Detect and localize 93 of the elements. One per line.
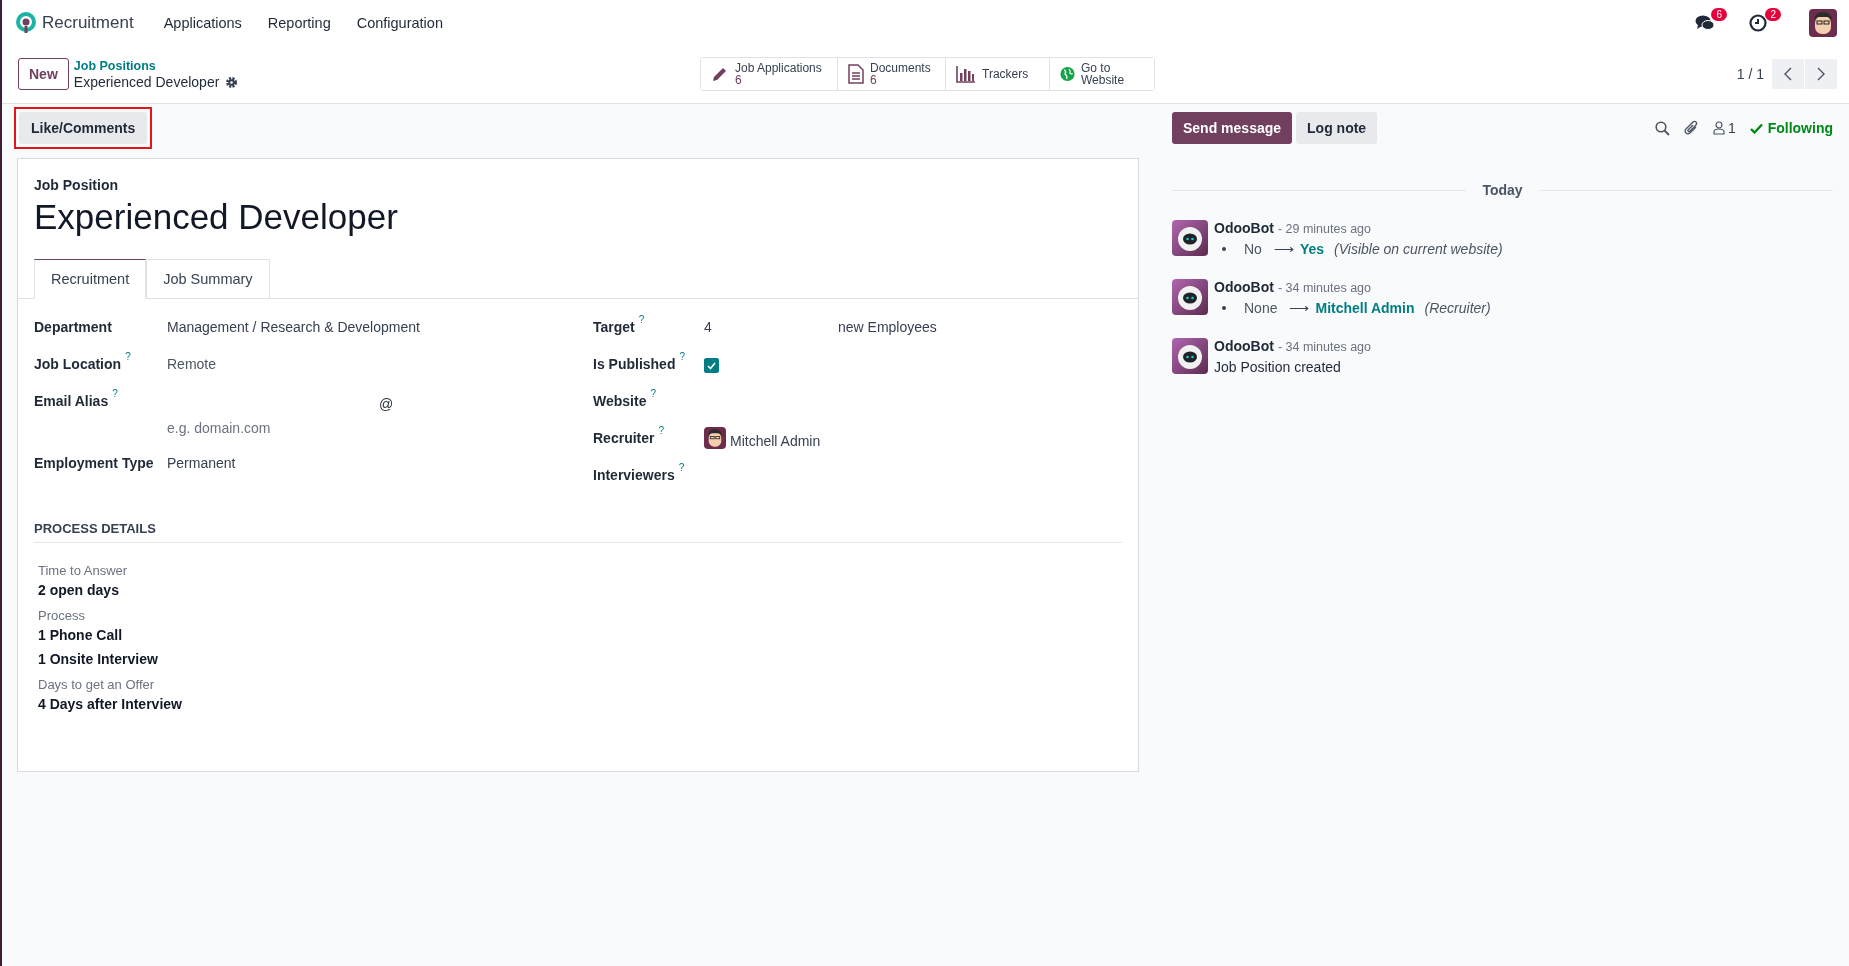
detail-label: Time to Answer	[38, 563, 129, 578]
help-mark[interactable]: ?	[125, 351, 131, 362]
help-mark[interactable]: ?	[679, 351, 686, 362]
field-label: Interviewers	[593, 466, 675, 483]
detail-label: Days to get an Offer	[38, 677, 156, 692]
user-avatar	[704, 427, 726, 449]
field-suffix: new Employees	[838, 318, 938, 335]
smart-button[interactable]: Job Applications 6	[701, 58, 838, 90]
changed-field: (Visible on current website)	[1334, 241, 1503, 257]
field-label: Recruiter	[593, 429, 655, 446]
robot-avatar	[1172, 338, 1208, 374]
following-button[interactable]: Following	[1749, 120, 1833, 136]
robot-avatar	[1172, 279, 1208, 315]
send-message-button[interactable]: Send message	[1172, 112, 1293, 144]
help-mark[interactable]: ?	[650, 388, 656, 399]
change-arrow: ⟶	[1273, 241, 1294, 257]
bullet	[1222, 247, 1226, 251]
chevron-left-icon	[1784, 67, 1792, 81]
globe-icon	[1060, 65, 1075, 83]
help-mark[interactable]: ?	[112, 388, 118, 399]
clock-icon	[1749, 13, 1767, 32]
domain-input-field[interactable]: e.g. domain.com	[167, 420, 417, 436]
message-time: - 34 minutes ago	[1277, 281, 1371, 295]
messages-button[interactable]: 6	[1693, 7, 1727, 38]
checkbox[interactable]	[704, 358, 719, 373]
count-badge: 2	[1765, 7, 1781, 21]
message-author[interactable]: OdooBot	[1214, 279, 1274, 295]
search-icon[interactable]	[1654, 120, 1670, 136]
field-value[interactable]: Remote	[167, 351, 563, 372]
old-value: None	[1244, 300, 1278, 316]
new-value: Mitchell Admin	[1315, 300, 1415, 316]
detail-label: Process	[38, 608, 86, 623]
field-value[interactable]: 4	[704, 314, 838, 335]
like-comments-button[interactable]: Like/Comments	[19, 112, 148, 144]
detail-value: 1 Phone Call	[38, 627, 124, 643]
menu-item[interactable]: Reporting	[257, 14, 341, 31]
person-icon	[1712, 121, 1725, 135]
message-author[interactable]: OdooBot	[1214, 220, 1274, 236]
form-tab[interactable]: Recruitment	[34, 259, 147, 299]
field-label: Employment Type	[34, 454, 154, 471]
detail-value: 4 Days after Interview	[38, 696, 183, 712]
form-overline: Job Position	[34, 177, 119, 193]
field-label: Target	[593, 318, 635, 335]
bullet	[1222, 306, 1226, 310]
settings-icon[interactable]	[225, 75, 239, 89]
message-author[interactable]: OdooBot	[1214, 338, 1274, 354]
field-value[interactable]: Mitchell Admin	[730, 427, 821, 449]
field-label: Department	[34, 318, 112, 335]
chevron-right-icon	[1817, 67, 1825, 81]
form-tab[interactable]: Job Summary	[146, 259, 270, 299]
field-label: Is Published	[593, 355, 676, 372]
field-label: Website	[593, 392, 647, 409]
help-mark[interactable]: ?	[678, 462, 685, 473]
bar-chart-icon	[956, 65, 976, 83]
help-mark[interactable]: ?	[658, 425, 665, 436]
detail-value: 1 Onsite Interview	[38, 651, 159, 667]
activities-button[interactable]: 2	[1747, 7, 1781, 38]
changed-field: (Recruiter)	[1424, 300, 1491, 316]
robot-avatar	[1172, 220, 1208, 256]
help-mark[interactable]: ?	[638, 314, 645, 325]
pencil-icon	[711, 65, 729, 83]
app-logo-icon[interactable]	[16, 11, 36, 34]
old-value: No	[1244, 241, 1262, 257]
menu-item[interactable]: Applications	[153, 14, 252, 31]
count-badge: 6	[1711, 7, 1727, 21]
new-value: Yes	[1299, 241, 1325, 257]
log-note-button[interactable]: Log note	[1296, 112, 1378, 144]
message-text: Job Position created	[1214, 359, 1342, 375]
breadcrumb-link[interactable]: Job Positions	[73, 58, 239, 74]
date-separator: Today	[1482, 182, 1523, 198]
field-label: Email Alias	[34, 392, 109, 409]
message-time: - 34 minutes ago	[1277, 340, 1371, 354]
paperclip-icon[interactable]	[1683, 120, 1699, 136]
change-arrow: ⟶	[1289, 300, 1310, 316]
document-icon	[848, 64, 864, 84]
section-title: PROCESS DETAILS	[34, 521, 1122, 543]
record-name: Experienced Developer	[73, 74, 220, 90]
user-avatar	[1809, 8, 1837, 37]
new-button[interactable]: New	[18, 58, 69, 90]
checkmark-icon	[707, 361, 716, 370]
field-value[interactable]: Management / Research & Development	[167, 314, 563, 335]
message-time: - 29 minutes ago	[1277, 222, 1371, 236]
followers-button[interactable]: 1	[1712, 120, 1736, 136]
record-title: Experienced Developer	[34, 197, 399, 237]
at-sign: @	[379, 396, 395, 412]
field-value[interactable]: Permanent	[167, 450, 563, 471]
field-label: Job Location	[34, 355, 122, 372]
menu-item[interactable]: Configuration	[346, 14, 453, 31]
pager-counter[interactable]: 1 / 1	[1736, 66, 1764, 82]
checkmark-icon	[1749, 122, 1763, 134]
chat-bubbles-icon	[1695, 13, 1715, 32]
app-name[interactable]: Recruitment	[42, 12, 134, 33]
detail-value: 2 open days	[38, 582, 120, 598]
